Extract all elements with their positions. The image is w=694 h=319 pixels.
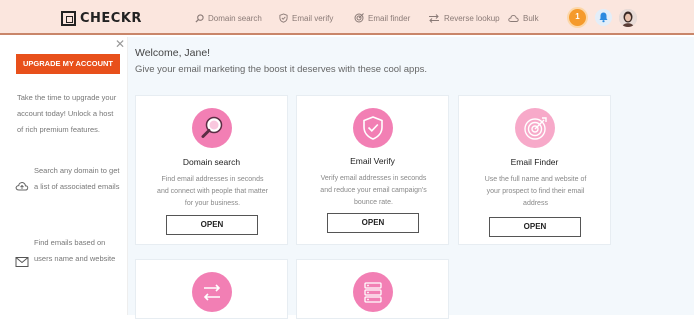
card-title: Email Finder xyxy=(510,157,559,167)
cloud-upload-icon xyxy=(15,182,29,191)
card-email-verify: Email Verify Verify email addresses in s… xyxy=(296,95,449,245)
card-description: Use the full name and website of your pr… xyxy=(484,176,587,207)
nav-bulk[interactable]: Bulk xyxy=(508,11,539,25)
search-icon xyxy=(195,13,204,23)
close-icon[interactable]: ✕ xyxy=(115,38,125,50)
cloud-icon xyxy=(508,14,519,22)
envelope-icon xyxy=(15,257,29,267)
card-email-finder: Email Finder Use the full name and websi… xyxy=(458,95,611,245)
user-photo-icon xyxy=(619,9,637,27)
find-emails-tip: Find emails based on users name and webs… xyxy=(34,238,116,263)
logo[interactable]: CHECKR xyxy=(61,9,142,27)
nav-label: Email verify xyxy=(292,13,334,23)
card-reverse-lookup xyxy=(135,259,288,319)
logo-mark xyxy=(61,10,76,26)
nav-label: Email finder xyxy=(368,13,411,23)
main-content: Welcome, Jane! Give your email marketing… xyxy=(128,37,694,319)
reverse-lookup-arrows-icon xyxy=(192,272,232,312)
page-title: Welcome, Jane! xyxy=(135,47,211,59)
nav-email-finder[interactable]: Email finder xyxy=(354,11,410,25)
email-finder-target-icon xyxy=(515,108,555,148)
sidebar-upgrade-panel: ✕ UPGRADE MY ACCOUNT Take the time to up… xyxy=(3,37,128,315)
card-bulk xyxy=(296,259,449,319)
open-email-verify-button[interactable]: OPEN xyxy=(327,213,419,233)
top-bar: CHECKR Domain search Email verify Email … xyxy=(0,0,694,35)
bell-icon xyxy=(599,12,608,23)
domain-search-icon xyxy=(192,108,232,148)
swap-arrows-icon xyxy=(429,13,439,23)
email-verify-shield-icon xyxy=(353,108,393,148)
shield-icon xyxy=(279,13,288,23)
open-domain-search-button[interactable]: OPEN xyxy=(166,215,258,235)
card-domain-search: Domain search Find email addresses in se… xyxy=(135,95,288,245)
domain-search-tip: Search any domain to get a list of assoc… xyxy=(34,166,120,191)
nav-label: Domain search xyxy=(208,13,262,23)
nav-email-verify[interactable]: Email verify xyxy=(279,11,333,25)
nav-domain-search[interactable]: Domain search xyxy=(195,11,262,25)
credits-coin-icon[interactable]: 1 xyxy=(569,9,586,26)
card-title: Email Verify xyxy=(350,156,395,166)
target-icon xyxy=(354,13,364,23)
page-subtitle: Give your email marketing the boost it d… xyxy=(135,64,428,75)
nav-label: Reverse lookup xyxy=(444,13,500,23)
avatar[interactable] xyxy=(619,9,637,27)
card-title: Domain search xyxy=(182,157,241,167)
card-description: Verify email addresses in seconds and re… xyxy=(320,175,427,206)
notifications-button[interactable] xyxy=(595,9,612,26)
nav-label: Bulk xyxy=(523,13,539,23)
bulk-server-icon xyxy=(353,272,393,312)
upgrade-description: Take the time to upgrade your account to… xyxy=(17,93,117,134)
card-description: Find email addresses in seconds and conn… xyxy=(157,176,268,207)
open-email-finder-button[interactable]: OPEN xyxy=(489,217,581,237)
coin-count: 1 xyxy=(575,12,580,21)
upgrade-account-button[interactable]: UPGRADE MY ACCOUNT xyxy=(16,54,120,74)
nav-reverse-lookup[interactable]: Reverse lookup xyxy=(428,11,500,25)
logo-text: CHECKR xyxy=(80,10,142,26)
